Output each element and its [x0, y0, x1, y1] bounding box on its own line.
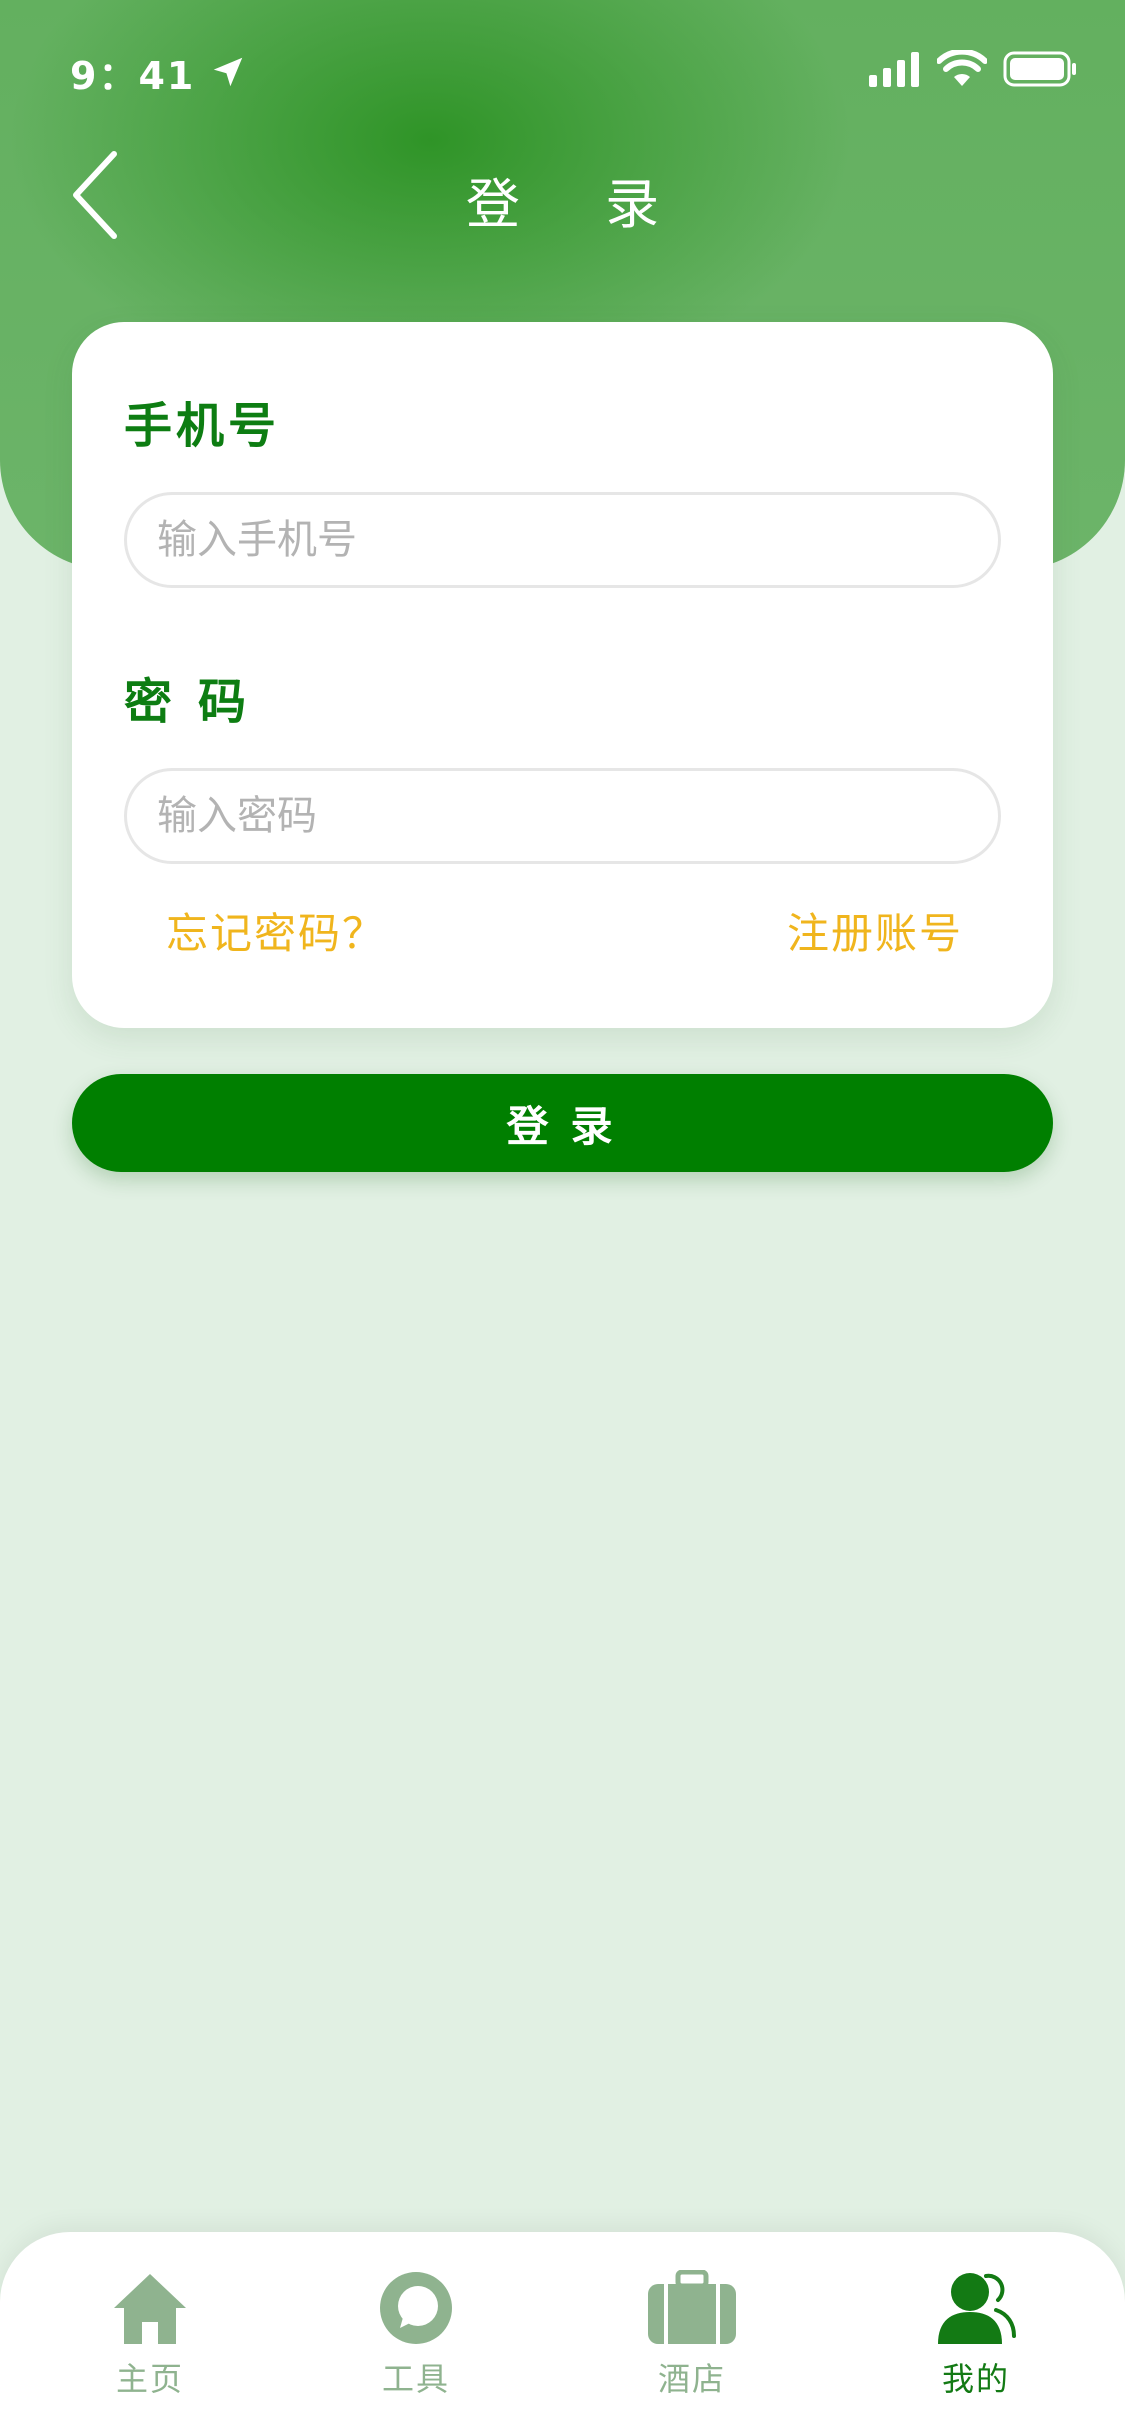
battery-icon [1003, 51, 1076, 87]
tab-tools[interactable]: 工具 [336, 2266, 496, 2400]
location-arrow-icon [214, 57, 243, 87]
tab-mine-label: 我的 [941, 2360, 1010, 2398]
register-account-link[interactable]: 注册账号 [787, 900, 963, 961]
status-bar-time: 9：41 [70, 44, 247, 100]
tab-home-label: 主页 [115, 2360, 184, 2398]
cellular-signal-icon [869, 52, 919, 87]
user-icon [938, 2273, 1016, 2344]
tab-mine[interactable]: 我的 [896, 2266, 1056, 2400]
login-form-card: 手机号 密码 忘记密码？ 注册账号 [72, 322, 1053, 1028]
status-bar-indicators [869, 50, 1077, 88]
page-title: 登 录 [465, 173, 694, 236]
tab-hotel-label: 酒店 [657, 2360, 726, 2398]
forgot-password-link[interactable]: 忘记密码？ [166, 900, 386, 961]
suitcase-icon [648, 2270, 736, 2344]
tab-tools-label: 工具 [381, 2360, 450, 2398]
bottom-tab-bar: 主页 工具 酒店 我的 [0, 2232, 1125, 2436]
home-icon [114, 2274, 186, 2344]
tab-home[interactable]: 主页 [70, 2266, 230, 2400]
login-screen: 9：41 登 录 手机号 密码 [0, 0, 1125, 2436]
chat-bubble-icon [380, 2272, 452, 2344]
password-input[interactable] [124, 768, 1001, 864]
tab-hotel[interactable]: 酒店 [612, 2266, 772, 2400]
password-label: 密码 [124, 674, 273, 730]
login-button[interactable]: 登录 [72, 1074, 1053, 1172]
status-time-text: 9：41 [70, 53, 196, 98]
phone-label: 手机号 [124, 398, 281, 454]
wifi-icon [937, 50, 987, 86]
phone-input[interactable] [124, 492, 1001, 588]
